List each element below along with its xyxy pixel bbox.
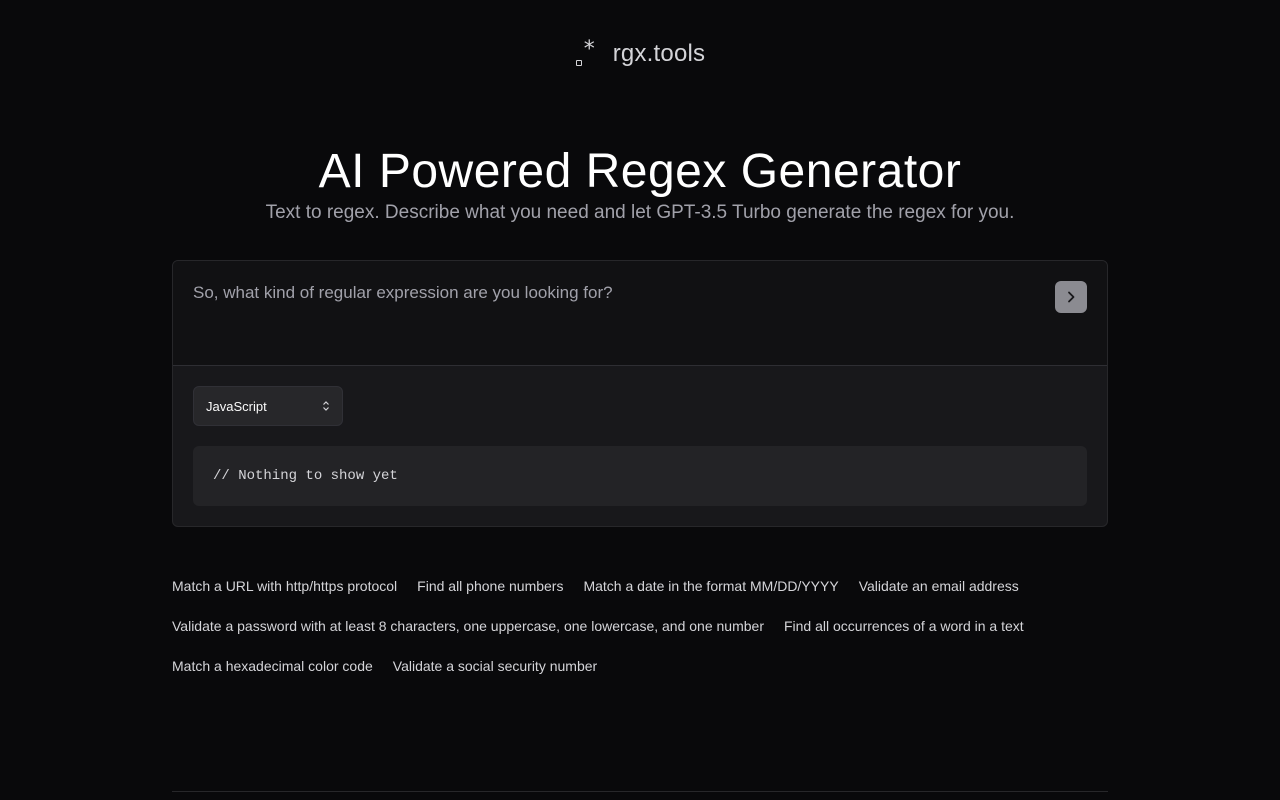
logo[interactable]: * rgx.tools	[0, 39, 1280, 68]
suggestion-ssn[interactable]: Validate a social security number	[393, 656, 597, 676]
page: * rgx.tools AI Powered Regex Generator T…	[0, 0, 1280, 800]
suggestion-phone[interactable]: Find all phone numbers	[417, 576, 563, 596]
generator-card: JavaScript // Nothing to show yet	[172, 260, 1108, 527]
regex-description-input[interactable]	[193, 283, 1033, 303]
submit-button[interactable]	[1055, 281, 1087, 313]
chevron-up-down-icon	[322, 401, 330, 411]
language-select[interactable]: JavaScript	[193, 386, 343, 426]
regex-dot-star-icon: *	[575, 39, 599, 67]
suggestion-row: Match a hexadecimal color code Validate …	[172, 656, 1108, 696]
suggestions: Match a URL with http/https protocol Fin…	[172, 576, 1108, 696]
result-area: JavaScript // Nothing to show yet	[173, 366, 1107, 526]
suggestion-date[interactable]: Match a date in the format MM/DD/YYYY	[583, 576, 838, 596]
logo-text: rgx.tools	[612, 40, 706, 67]
suggestion-hex-color[interactable]: Match a hexadecimal color code	[172, 656, 373, 676]
prompt-area	[173, 261, 1107, 366]
page-title: AI Powered Regex Generator	[318, 145, 962, 198]
suggestion-row: Validate a password with at least 8 char…	[172, 616, 1108, 656]
suggestion-email[interactable]: Validate an email address	[859, 576, 1019, 596]
language-select-value: JavaScript	[206, 398, 267, 414]
page-subtitle: Text to regex. Describe what you need an…	[265, 202, 1015, 223]
footer-divider	[172, 791, 1108, 792]
suggestion-password[interactable]: Validate a password with at least 8 char…	[172, 616, 764, 636]
regex-output-text: // Nothing to show yet	[213, 468, 398, 484]
suggestion-word-occurrences[interactable]: Find all occurrences of a word in a text	[784, 616, 1024, 636]
regex-output: // Nothing to show yet	[193, 446, 1087, 506]
suggestion-url[interactable]: Match a URL with http/https protocol	[172, 576, 397, 596]
suggestion-row: Match a URL with http/https protocol Fin…	[172, 576, 1108, 616]
chevron-right-icon	[1068, 291, 1075, 303]
